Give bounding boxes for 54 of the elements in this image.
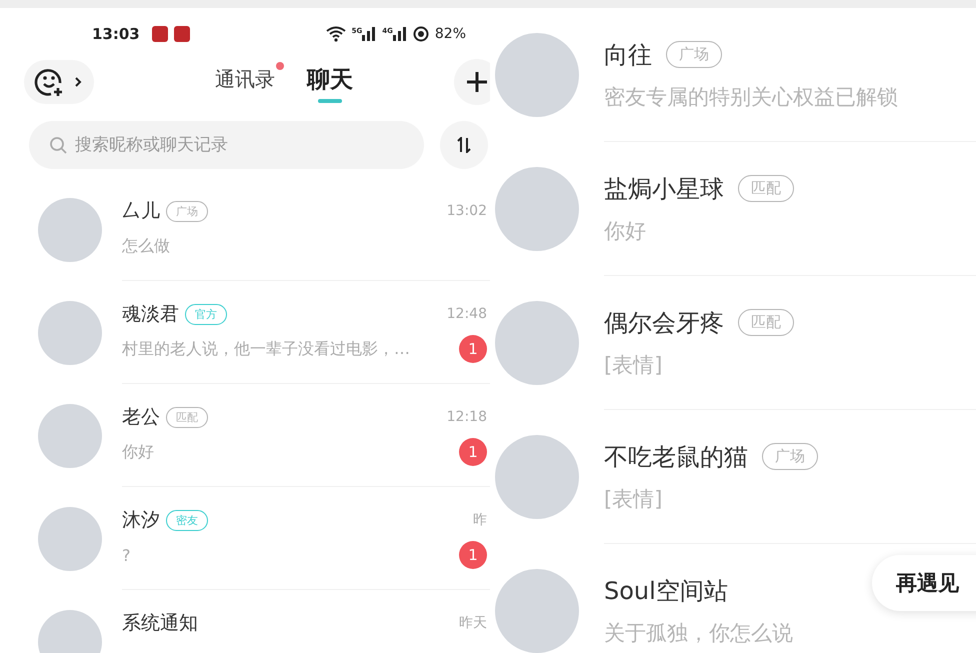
signal-icon [392, 27, 407, 41]
add-button[interactable] [454, 59, 490, 105]
unread-badge: 1 [459, 335, 487, 363]
sort-icon [456, 137, 472, 153]
unread-badge: 1 [459, 541, 487, 569]
source-tag: 匹配 [738, 175, 794, 202]
message-time: 13:02 [446, 203, 487, 219]
contact-name: 盐焗小星球 [604, 174, 724, 204]
message-preview: ? [122, 546, 130, 564]
tab[interactable]: 通讯录 [215, 60, 275, 104]
search-icon [49, 136, 67, 154]
message-preview: 怎么做 [122, 236, 170, 256]
message-time: 昨天 [459, 614, 487, 632]
contact-name: 向往 [604, 40, 652, 70]
sort-button[interactable] [440, 121, 488, 169]
message-preview: 关于孤独，你怎么说 [604, 620, 794, 646]
message-preview: 村里的老人说，他一辈子没看过电影，… [122, 338, 410, 360]
contact-name: 厶儿 [122, 199, 160, 224]
message-preview: 你好 [604, 218, 647, 244]
message-time: 12:48 [446, 306, 487, 322]
plus-icon [466, 71, 488, 93]
chevron-icon [74, 76, 82, 88]
status-time: 13:03 [92, 25, 140, 43]
source-tag: 广场 [666, 41, 722, 68]
contact-name: 魂淡君 [122, 302, 179, 327]
source-tag: 匹配 [166, 406, 208, 428]
source-tag: 广场 [166, 200, 208, 222]
contact-name: 偶尔会牙疼 [604, 308, 724, 338]
unread-badge: 1 [459, 438, 487, 466]
contact-name: 系统通知 [122, 611, 198, 636]
signal-icon [362, 27, 376, 41]
search-field[interactable]: 搜索昵称或聊天记录 [29, 121, 424, 169]
notification-icon [174, 26, 190, 42]
message-time: 12:18 [446, 409, 487, 425]
message-preview: [表情] [604, 352, 664, 378]
source-tag: 密友 [166, 510, 208, 530]
notification-icon [152, 26, 168, 42]
wifi-icon [326, 26, 346, 42]
tab[interactable]: 聊天 [307, 60, 353, 104]
message-preview: 你好 [122, 442, 154, 462]
source-tag: 匹配 [738, 309, 794, 336]
source-tag: 广场 [762, 443, 818, 470]
meet-again-button[interactable]: 再遇见 [872, 555, 976, 611]
contact-name: 沐汐 [122, 508, 160, 533]
add-friend-button[interactable] [24, 60, 94, 104]
contact-name: 老公 [122, 405, 160, 430]
message-preview: [表情] [604, 486, 664, 512]
ring-icon [412, 26, 429, 42]
message-preview: 密友专属的特别关心权益已解锁 [604, 84, 899, 110]
contact-name: Soul空间站 [604, 576, 728, 606]
message-time: 昨 [473, 511, 487, 529]
battery-percent: 82% [434, 26, 466, 42]
source-tag: 官方 [185, 304, 227, 324]
contact-name: 不吃老鼠的猫 [604, 442, 748, 472]
